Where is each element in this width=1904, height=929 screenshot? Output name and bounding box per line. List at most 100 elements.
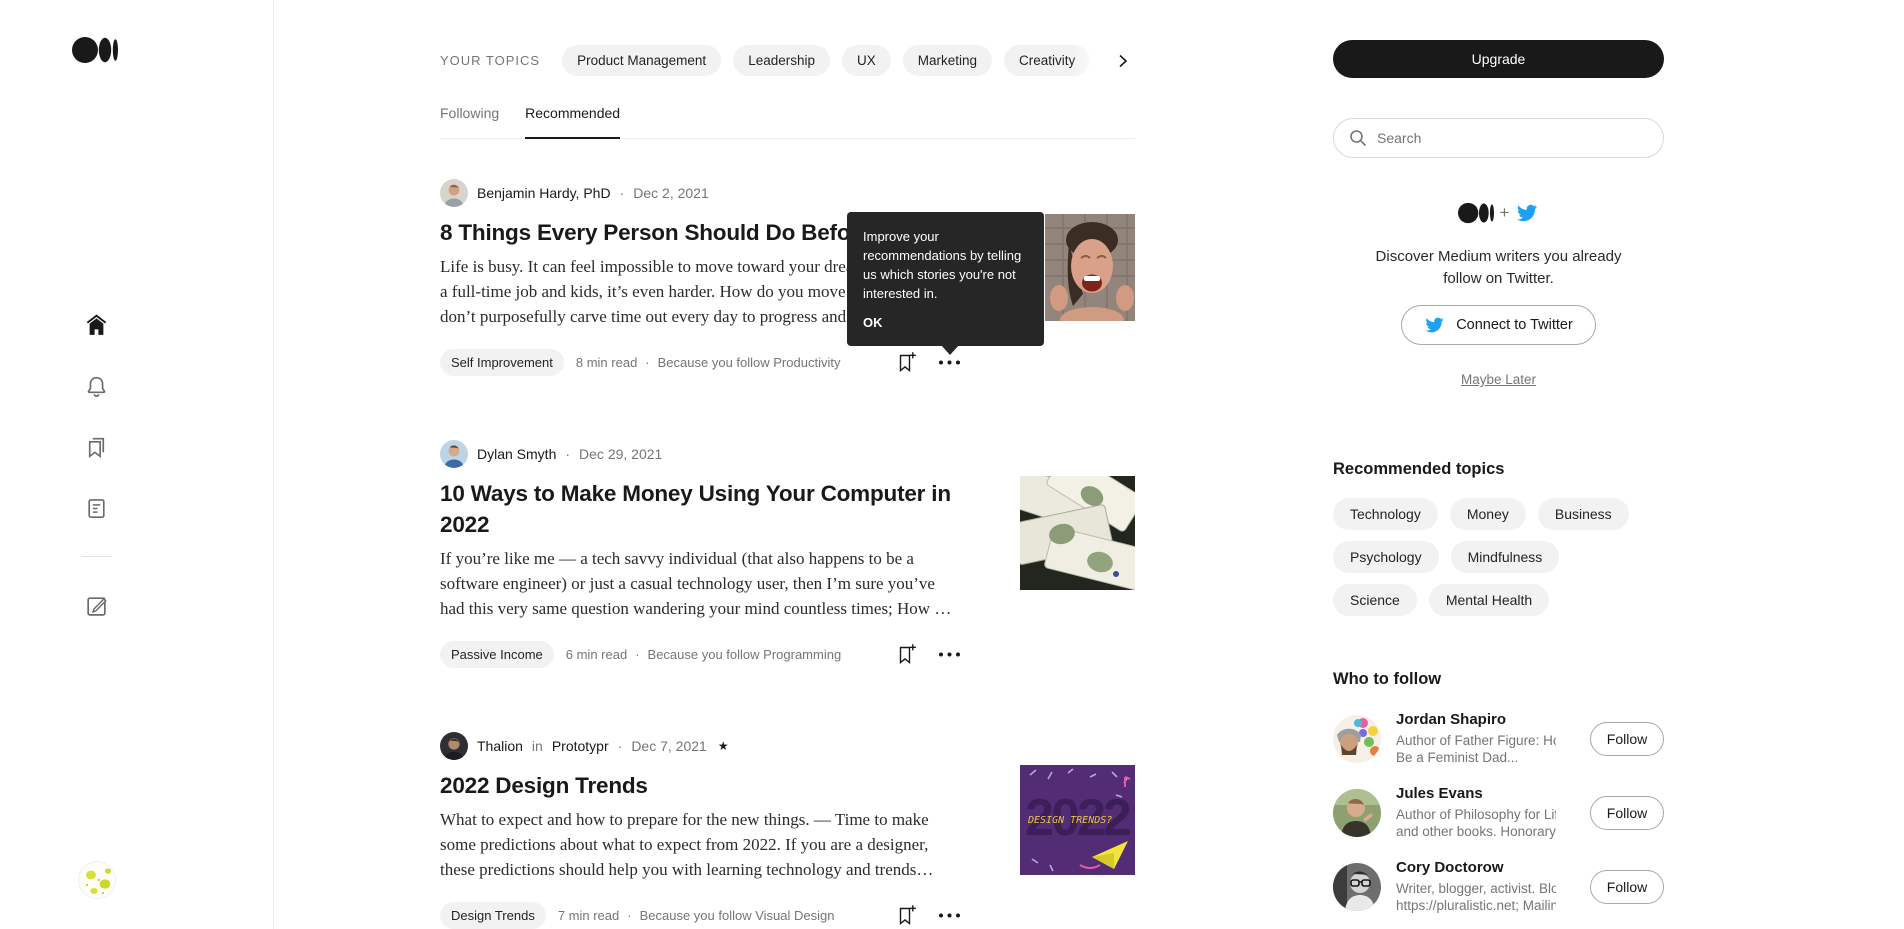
bookmark-add-icon[interactable] [894, 903, 919, 928]
article-1-thumbnail[interactable] [1045, 214, 1135, 321]
article-2-thumbnail[interactable] [1020, 476, 1135, 590]
excerpt-line: some predictions about what to expect fr… [440, 835, 929, 854]
follow-button-jordan-shapiro[interactable]: Follow [1590, 721, 1664, 756]
topic-pill-ux[interactable]: UX [842, 45, 891, 76]
tooltip-ok-button[interactable]: OK [863, 313, 1028, 332]
article-2-title[interactable]: 10 Ways to Make Money Using Your Compute… [440, 478, 1032, 540]
follow-button-jules-evans[interactable]: Follow [1590, 795, 1664, 830]
article-card-2: Dylan Smyth · Dec 29, 2021 10 Ways to Ma… [440, 440, 1135, 668]
avatar-cory-doctorow[interactable] [1333, 862, 1381, 911]
follow-button-cory-doctorow[interactable]: Follow [1590, 869, 1664, 904]
notifications-bell-icon[interactable] [84, 373, 110, 399]
connect-to-twitter-button[interactable]: Connect to Twitter [1401, 305, 1596, 345]
author-name: Dylan Smyth [477, 446, 557, 462]
left-sidebar [0, 0, 274, 929]
who-to-follow-section: Who to follow Jordan Shapiro Author of F… [1333, 670, 1664, 914]
rec-topic-technology[interactable]: Technology [1333, 498, 1438, 530]
bio-line: https://pluralistic.net; Mailing... [1396, 898, 1556, 913]
more-options-icon[interactable] [937, 911, 962, 920]
main-feed: YOUR TOPICS Product Management Leadershi… [440, 0, 1141, 929]
bookmark-add-icon[interactable] [894, 350, 919, 375]
more-options-icon[interactable] [937, 650, 962, 659]
article-1-author-row[interactable]: Benjamin Hardy, PhD · Dec 2, 2021 [440, 179, 1135, 207]
plus-sign: + [1499, 203, 1510, 222]
article-card-3: Thalion in Prototypr · Dec 7, 2021 ★ 202… [440, 732, 1135, 929]
article-topic-pill[interactable]: Design Trends [440, 902, 546, 929]
article-list: Benjamin Hardy, PhD · Dec 2, 2021 8 Thin… [440, 179, 1135, 929]
medium-logo[interactable] [71, 36, 118, 69]
article-date: Dec 29, 2021 [579, 446, 663, 462]
twitter-bird-icon [1425, 317, 1444, 333]
title-line: 2022 Design Trends [440, 773, 648, 798]
bookmark-add-icon[interactable] [894, 642, 919, 667]
search-box [1333, 118, 1664, 158]
meta-separator: · [645, 355, 650, 370]
search-icon [1348, 128, 1368, 148]
rec-topic-mindfulness[interactable]: Mindfulness [1450, 541, 1560, 573]
article-2-author-row[interactable]: Dylan Smyth · Dec 29, 2021 [440, 440, 1135, 468]
person-name[interactable]: Jordan Shapiro [1396, 711, 1578, 728]
search-input[interactable] [1377, 130, 1649, 146]
person-name[interactable]: Cory Doctorow [1396, 859, 1578, 876]
tooltip-message: Improve your recommendations by telling … [863, 229, 1022, 301]
article-3-author-row[interactable]: Thalion in Prototypr · Dec 7, 2021 ★ [440, 732, 1135, 760]
article-meta: 8 min read · Because you follow Producti… [576, 355, 841, 370]
meta-separator: · [627, 908, 632, 923]
follow-info: Jordan Shapiro Author of Father Figure: … [1381, 711, 1590, 766]
avatar-jules-evans[interactable] [1333, 788, 1381, 837]
topic-pill-marketing[interactable]: Marketing [902, 45, 993, 76]
article-topic-pill[interactable]: Passive Income [440, 641, 554, 668]
rec-topic-mental-health[interactable]: Mental Health [1428, 584, 1550, 616]
twitter-bird-icon [1517, 204, 1538, 222]
follow-row-jules-evans: Jules Evans Author of Philosophy for Lif… [1333, 785, 1664, 840]
who-to-follow-list: Jordan Shapiro Author of Father Figure: … [1333, 711, 1664, 914]
article-meta: 6 min read · Because you follow Programm… [566, 647, 841, 662]
avatar-jordan-shapiro[interactable] [1333, 714, 1381, 763]
home-icon[interactable] [84, 312, 110, 338]
recommendations-tooltip: Improve your recommendations by telling … [847, 212, 1044, 355]
svg-text:DESIGN TRENDS?: DESIGN TRENDS? [1027, 815, 1112, 826]
topic-pill-leadership[interactable]: Leadership [733, 45, 830, 76]
excerpt-line: had this very same question wandering yo… [440, 599, 952, 618]
recommended-topics-heading: Recommended topics [1333, 460, 1505, 478]
who-to-follow-heading: Who to follow [1333, 670, 1442, 688]
user-avatar[interactable] [77, 861, 116, 899]
bookmarks-icon[interactable] [84, 434, 110, 460]
more-options-icon[interactable] [937, 358, 962, 367]
promo-logos: + [1333, 202, 1664, 224]
sidebar-nav [81, 69, 112, 861]
tab-recommended[interactable]: Recommended [525, 105, 621, 139]
stories-icon[interactable] [84, 495, 110, 521]
right-sidebar: Upgrade + [1333, 0, 1664, 929]
article-2-excerpt[interactable]: If you’re like me — a tech savvy individ… [440, 546, 1032, 621]
article-3-excerpt[interactable]: What to expect and how to prepare for th… [440, 807, 1032, 882]
publication-name[interactable]: Prototypr [552, 738, 609, 754]
upgrade-button[interactable]: Upgrade [1333, 40, 1664, 78]
write-icon[interactable] [84, 592, 110, 618]
chevron-right-icon[interactable] [1105, 43, 1141, 79]
title-line: 2022 [440, 512, 490, 537]
article-3-title[interactable]: 2022 Design Trends [440, 770, 1032, 801]
topics-bar-label: YOUR TOPICS [440, 53, 541, 68]
follow-row-jordan-shapiro: Jordan Shapiro Author of Father Figure: … [1333, 711, 1664, 766]
promo-headline: Discover Medium writers you already foll… [1333, 246, 1664, 290]
topic-pill-product-management[interactable]: Product Management [562, 45, 722, 76]
tab-following[interactable]: Following [440, 105, 499, 138]
recommendation-reason: Because you follow Visual Design [639, 908, 835, 923]
author-avatar [440, 732, 468, 760]
member-only-star-icon: ★ [717, 739, 729, 753]
person-name[interactable]: Jules Evans [1396, 785, 1578, 802]
article-topic-pill[interactable]: Self Improvement [440, 349, 564, 376]
rec-topic-business[interactable]: Business [1537, 498, 1629, 530]
rec-topic-science[interactable]: Science [1333, 584, 1417, 616]
recommendation-reason: Because you follow Productivity [657, 355, 841, 370]
rec-topic-money[interactable]: Money [1449, 498, 1526, 530]
maybe-later-link[interactable]: Maybe Later [1461, 372, 1536, 387]
meta-separator: · [635, 647, 640, 662]
rec-topic-psychology[interactable]: Psychology [1333, 541, 1439, 573]
article-3-thumbnail[interactable]: 2022 DESIGN TRENDS? [1020, 765, 1135, 875]
author-name: Thalion [477, 738, 523, 754]
headline-line: follow on Twitter. [1443, 270, 1554, 287]
author-name: Benjamin Hardy, PhD [477, 185, 611, 201]
article-date: Dec 7, 2021 [631, 738, 707, 754]
